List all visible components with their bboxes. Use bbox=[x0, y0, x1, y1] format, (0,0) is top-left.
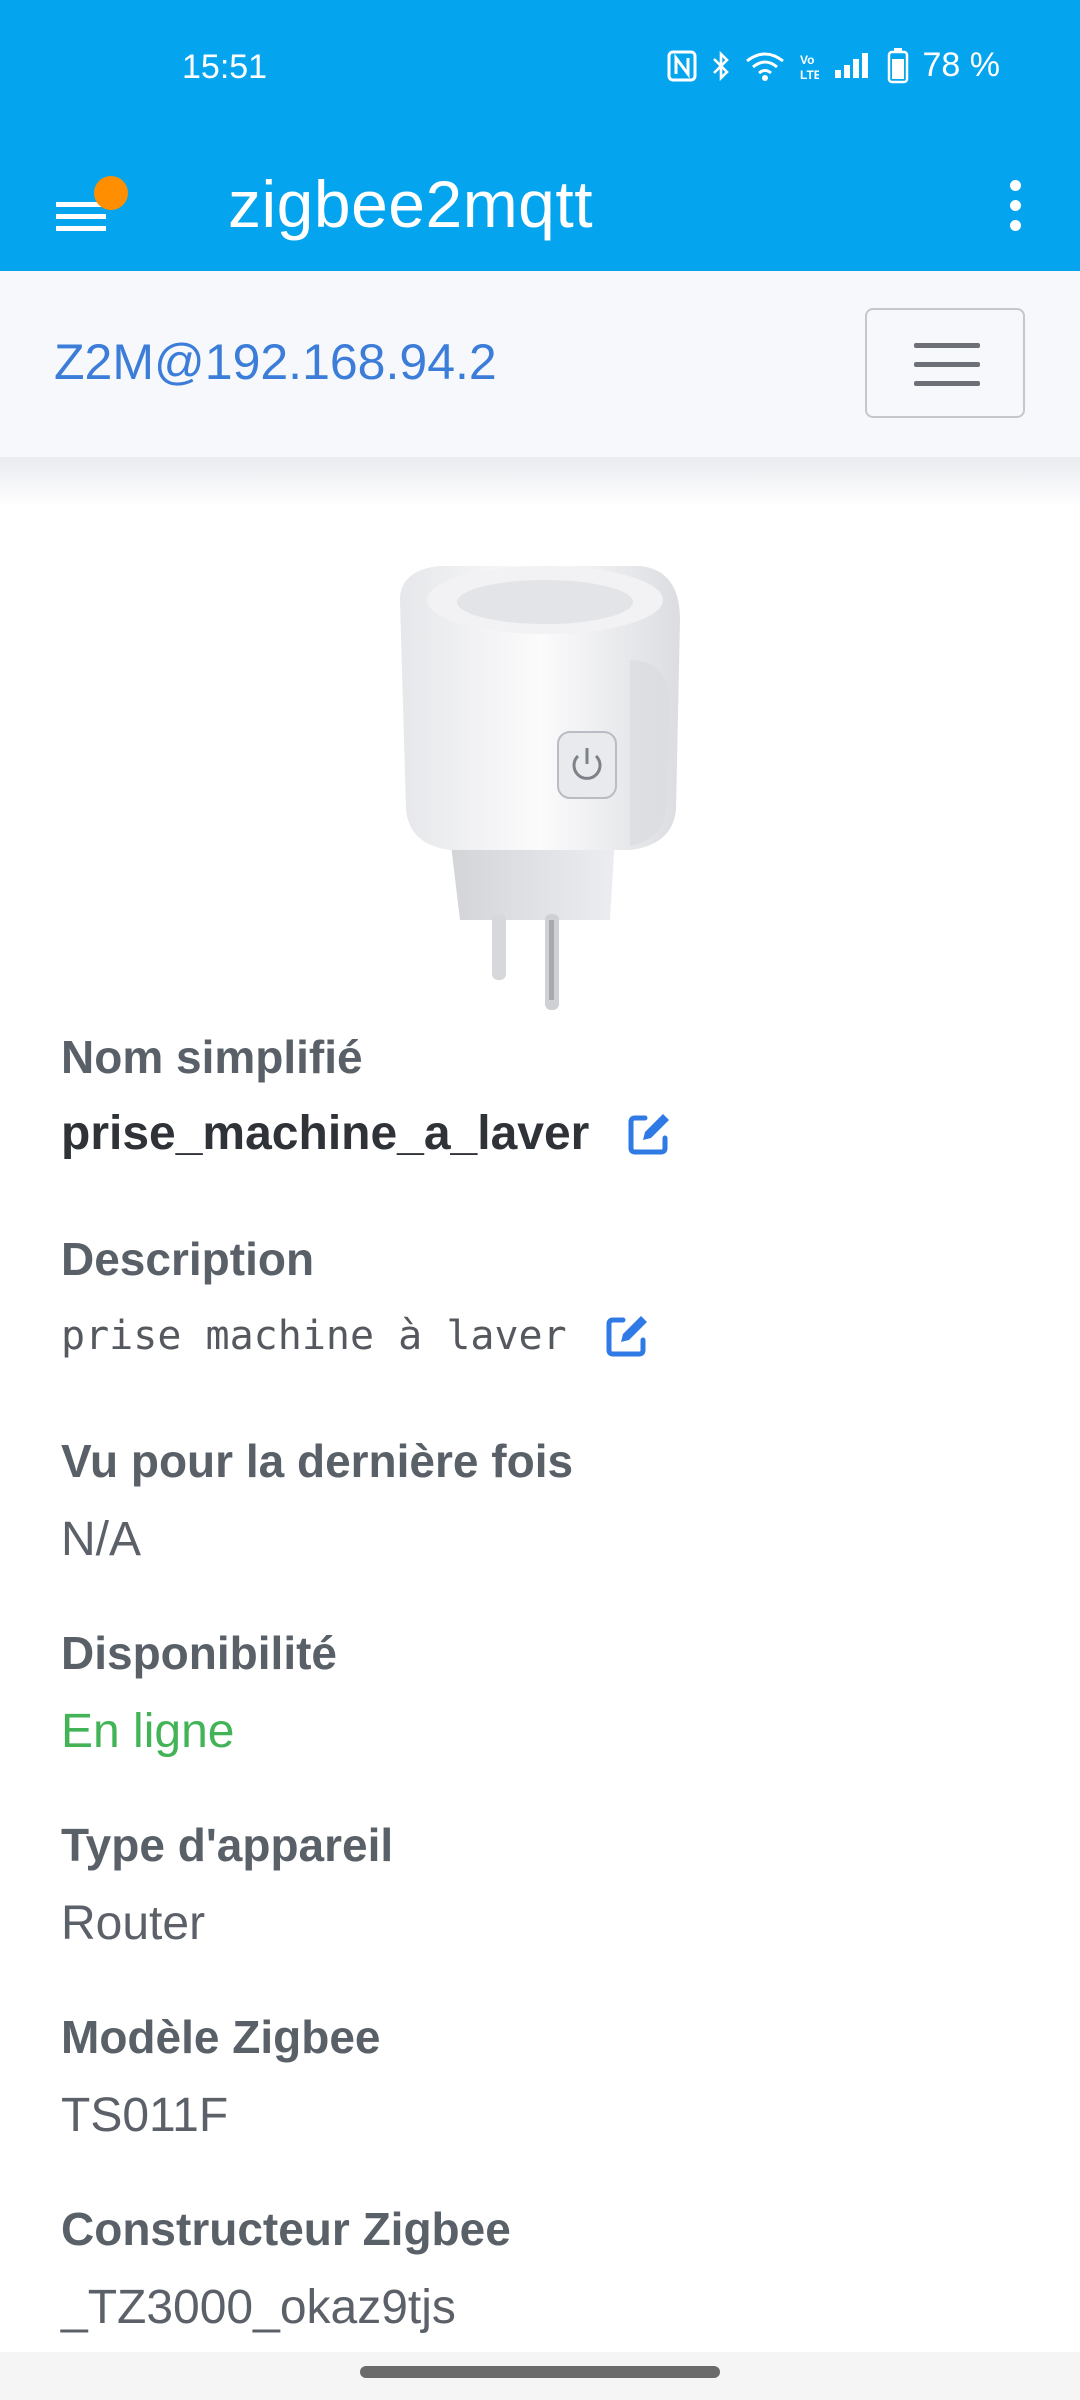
field-label: Disponibilité bbox=[61, 1627, 337, 1679]
app-header: 15:51 Vo LTE 78 % zigbee2mqtt bbox=[0, 0, 1080, 271]
battery-icon bbox=[887, 47, 909, 84]
description-value: prise machine à laver bbox=[61, 1313, 567, 1359]
status-bar: 15:51 Vo LTE 78 % bbox=[0, 0, 1080, 138]
field-description: Description prise machine à laver bbox=[61, 1232, 651, 1360]
last-seen-value: N/A bbox=[61, 1513, 142, 1566]
field-zigbee-model: Modèle Zigbee TS011F bbox=[61, 2010, 380, 2143]
field-availability: Disponibilité En ligne bbox=[61, 1626, 337, 1759]
battery-level: 78 % bbox=[922, 46, 1001, 84]
more-vert-icon[interactable] bbox=[980, 160, 1050, 250]
zigbee-manufacturer-value: _TZ3000_okaz9tjs bbox=[61, 2281, 456, 2334]
notification-dot bbox=[94, 176, 128, 210]
navbar-shadow bbox=[0, 457, 1080, 507]
wifi-icon bbox=[745, 51, 785, 81]
field-label: Nom simplifié bbox=[61, 1031, 363, 1083]
edit-icon[interactable] bbox=[625, 1110, 673, 1158]
field-friendly-name: Nom simplifié prise_machine_a_laver bbox=[61, 1030, 673, 1161]
app-bar: zigbee2mqtt bbox=[0, 138, 1080, 271]
gesture-handle[interactable] bbox=[360, 2366, 720, 2378]
device-type-value: Router bbox=[61, 1897, 206, 1950]
volte-icon: Vo LTE bbox=[799, 50, 819, 82]
field-zigbee-manufacturer: Constructeur Zigbee _TZ3000_okaz9tjs bbox=[61, 2202, 511, 2335]
navbar-toggler[interactable] bbox=[865, 308, 1025, 418]
hamburger-icon-bar bbox=[914, 362, 980, 367]
svg-text:LTE: LTE bbox=[800, 68, 819, 82]
field-last-seen: Vu pour la dernière fois N/A bbox=[61, 1434, 573, 1567]
hamburger-icon-bar bbox=[914, 381, 980, 386]
edit-icon[interactable] bbox=[603, 1312, 651, 1360]
field-device-type: Type d'appareil Router bbox=[61, 1818, 393, 1951]
menu-button[interactable] bbox=[52, 168, 132, 238]
status-icons: Vo LTE 78 % bbox=[667, 46, 1001, 85]
field-label: Type d'appareil bbox=[61, 1819, 394, 1871]
navbar: Z2M@192.168.94.2 bbox=[0, 271, 1080, 457]
field-label: Description bbox=[61, 1233, 315, 1285]
nfc-icon bbox=[667, 50, 697, 82]
field-label: Vu pour la dernière fois bbox=[61, 1435, 574, 1487]
hamburger-icon bbox=[914, 343, 980, 348]
friendly-name-value: prise_machine_a_laver bbox=[61, 1107, 590, 1160]
signal-icon bbox=[833, 52, 873, 80]
svg-text:Vo: Vo bbox=[800, 53, 814, 67]
availability-value: En ligne bbox=[61, 1705, 235, 1758]
app-title: zigbee2mqtt bbox=[228, 167, 594, 241]
smart-plug-image bbox=[400, 566, 680, 1010]
navbar-brand[interactable]: Z2M@192.168.94.2 bbox=[54, 333, 497, 391]
zigbee-model-value: TS011F bbox=[61, 2089, 229, 2142]
field-label: Modèle Zigbee bbox=[61, 2011, 381, 2063]
bluetooth-icon bbox=[711, 50, 731, 82]
status-time: 15:51 bbox=[182, 48, 268, 86]
field-label: Constructeur Zigbee bbox=[61, 2203, 511, 2255]
